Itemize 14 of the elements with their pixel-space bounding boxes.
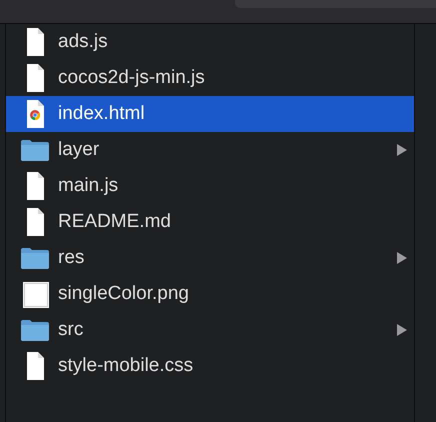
file-row[interactable]: README.md <box>6 204 414 240</box>
disclosure-arrow-icon[interactable] <box>396 143 408 157</box>
image-thumbnail-icon <box>20 279 50 309</box>
file-row[interactable]: layer <box>6 132 414 168</box>
file-row[interactable]: index.html <box>6 96 414 132</box>
disclosure-arrow-icon[interactable] <box>396 323 408 337</box>
file-row[interactable]: singleColor.png <box>6 276 414 312</box>
file-row[interactable]: res <box>6 240 414 276</box>
disclosure-arrow-icon[interactable] <box>396 251 408 265</box>
file-row[interactable]: main.js <box>6 168 414 204</box>
file-row[interactable]: style-mobile.css <box>6 348 414 384</box>
file-row[interactable]: src <box>6 312 414 348</box>
file-row[interactable]: cocos2d-js-min.js <box>6 60 414 96</box>
file-row[interactable]: ads.js <box>6 24 414 60</box>
